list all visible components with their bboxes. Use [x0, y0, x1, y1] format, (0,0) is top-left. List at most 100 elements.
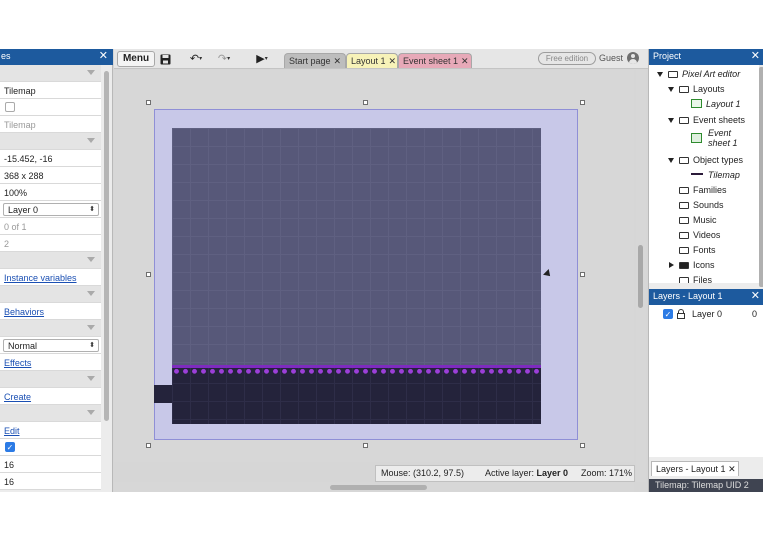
scrollbar-thumb[interactable]: [759, 67, 763, 287]
tree-item-project[interactable]: Pixel Art editor: [657, 67, 740, 82]
collapse-icon[interactable]: [87, 325, 95, 330]
tree-item-tilemap[interactable]: Tilemap: [691, 168, 740, 183]
collapse-icon[interactable]: [87, 291, 95, 296]
section-header[interactable]: [0, 371, 101, 388]
collapse-icon[interactable]: [87, 376, 95, 381]
section-header[interactable]: [0, 65, 101, 82]
tree-item-files[interactable]: Files: [679, 273, 712, 283]
close-icon[interactable]: ✕: [334, 56, 342, 66]
resize-handle[interactable]: [580, 272, 585, 277]
prop-behaviors[interactable]: Behaviors: [0, 303, 101, 320]
prop-layer[interactable]: Layer 0 ⬍: [0, 201, 101, 218]
prop-instance-variables[interactable]: Instance variables: [0, 269, 101, 286]
prop-blend-mode[interactable]: Normal ⬍: [0, 337, 101, 354]
prop-position[interactable]: -15.452, -16: [0, 150, 101, 167]
free-edition-badge[interactable]: Free edition: [538, 52, 596, 65]
user-name[interactable]: Guest: [599, 53, 623, 63]
section-header[interactable]: [0, 320, 101, 337]
tree-item-event-sheets[interactable]: Event sheets: [668, 113, 745, 128]
undo-dropdown-icon[interactable]: ▾: [199, 56, 202, 62]
prop-tilemap-edit[interactable]: Edit: [0, 422, 101, 439]
layout-view[interactable]: [114, 70, 634, 462]
resize-handle[interactable]: [363, 100, 368, 105]
prop-container[interactable]: Create: [0, 388, 101, 405]
prop-size-value[interactable]: 368 x 288: [4, 171, 44, 181]
expand-icon[interactable]: [657, 72, 663, 77]
edit-link[interactable]: Edit: [4, 426, 20, 436]
section-header[interactable]: [0, 286, 101, 303]
layer-visible-checkbox[interactable]: ✓: [663, 309, 673, 319]
close-icon[interactable]: ✕: [728, 464, 736, 474]
scrollbar-thumb[interactable]: [330, 485, 427, 490]
scrollbar-thumb[interactable]: [104, 71, 109, 421]
scrollbar-thumb[interactable]: [638, 245, 643, 308]
lock-icon[interactable]: [677, 309, 685, 319]
tree-item-icons[interactable]: Icons: [669, 258, 715, 273]
prop-visible[interactable]: ✓: [0, 439, 101, 456]
prop-name-field[interactable]: Tilemap: [4, 120, 36, 130]
canvas-vertical-scrollbar[interactable]: [636, 70, 646, 482]
blend-mode-select[interactable]: Normal ⬍: [3, 339, 99, 352]
tab-layers[interactable]: Layers - Layout 1 ✕: [651, 461, 739, 476]
section-header[interactable]: [0, 252, 101, 269]
resize-handle[interactable]: [363, 443, 368, 448]
close-icon[interactable]: ✕: [389, 56, 397, 66]
menu-button[interactable]: Menu: [117, 51, 155, 67]
prop-size[interactable]: 368 x 288: [0, 167, 101, 184]
tree-item-fonts[interactable]: Fonts: [679, 243, 716, 258]
collapse-icon[interactable]: [87, 70, 95, 75]
resize-handle[interactable]: [146, 272, 151, 277]
tile-width-value[interactable]: 16: [4, 460, 14, 470]
expand-icon[interactable]: [669, 262, 674, 268]
tree-item-layout-1[interactable]: Layout 1: [691, 97, 741, 112]
tab-start-page[interactable]: Start page ✕: [284, 53, 346, 68]
prop-tile-height[interactable]: 16: [0, 473, 101, 490]
prop-tile-width[interactable]: 16: [0, 456, 101, 473]
layer-item[interactable]: ✓ Layer 0 0: [663, 307, 763, 321]
behaviors-link[interactable]: Behaviors: [4, 307, 44, 317]
expand-icon[interactable]: [668, 158, 674, 163]
section-header[interactable]: [0, 133, 101, 150]
effects-link[interactable]: Effects: [4, 358, 31, 368]
play-dropdown-icon[interactable]: ▾: [265, 56, 268, 62]
tree-item-music[interactable]: Music: [679, 213, 717, 228]
create-link[interactable]: Create: [4, 392, 31, 402]
expand-icon[interactable]: [668, 87, 674, 92]
user-icon[interactable]: [627, 52, 639, 64]
instance-variables-link[interactable]: Instance variables: [4, 273, 77, 283]
tree-item-families[interactable]: Families: [679, 183, 727, 198]
resize-handle[interactable]: [580, 100, 585, 105]
play-icon[interactable]: ▶▾: [252, 51, 272, 67]
close-icon[interactable]: ✕: [751, 290, 760, 302]
tab-layout-1[interactable]: Layout 1 ✕: [346, 53, 398, 68]
collapse-icon[interactable]: [87, 138, 95, 143]
tab-event-sheet-1[interactable]: Event sheet 1 ✕: [398, 53, 472, 68]
tile-height-value[interactable]: 16: [4, 477, 14, 487]
canvas-horizontal-scrollbar[interactable]: [114, 482, 634, 492]
resize-handle[interactable]: [580, 443, 585, 448]
expand-icon[interactable]: [668, 118, 674, 123]
global-checkbox[interactable]: [5, 102, 15, 112]
redo-icon[interactable]: ↷▾: [212, 51, 236, 67]
redo-dropdown-icon[interactable]: ▾: [227, 56, 230, 62]
prop-opacity-value[interactable]: 100%: [4, 188, 27, 198]
project-scrollbar[interactable]: [759, 65, 763, 287]
close-icon[interactable]: ✕: [461, 56, 469, 66]
properties-scrollbar[interactable]: [103, 65, 110, 425]
visible-checkbox[interactable]: ✓: [5, 442, 15, 452]
tree-item-layouts[interactable]: Layouts: [668, 82, 725, 97]
resize-handle[interactable]: [146, 443, 151, 448]
prop-opacity[interactable]: 100%: [0, 184, 101, 201]
save-icon[interactable]: [158, 51, 172, 67]
layer-select[interactable]: Layer 0 ⬍: [3, 203, 99, 216]
tree-item-object-types[interactable]: Object types: [668, 153, 743, 168]
undo-icon[interactable]: ↶▾: [184, 51, 208, 67]
tree-item-sounds[interactable]: Sounds: [679, 198, 724, 213]
prop-name[interactable]: Tilemap: [0, 116, 101, 133]
prop-global[interactable]: [0, 99, 101, 116]
section-header[interactable]: [0, 405, 101, 422]
collapse-icon[interactable]: [87, 410, 95, 415]
prop-position-value[interactable]: -15.452, -16: [4, 154, 53, 164]
close-icon[interactable]: ✕: [751, 50, 760, 62]
resize-handle[interactable]: [146, 100, 151, 105]
